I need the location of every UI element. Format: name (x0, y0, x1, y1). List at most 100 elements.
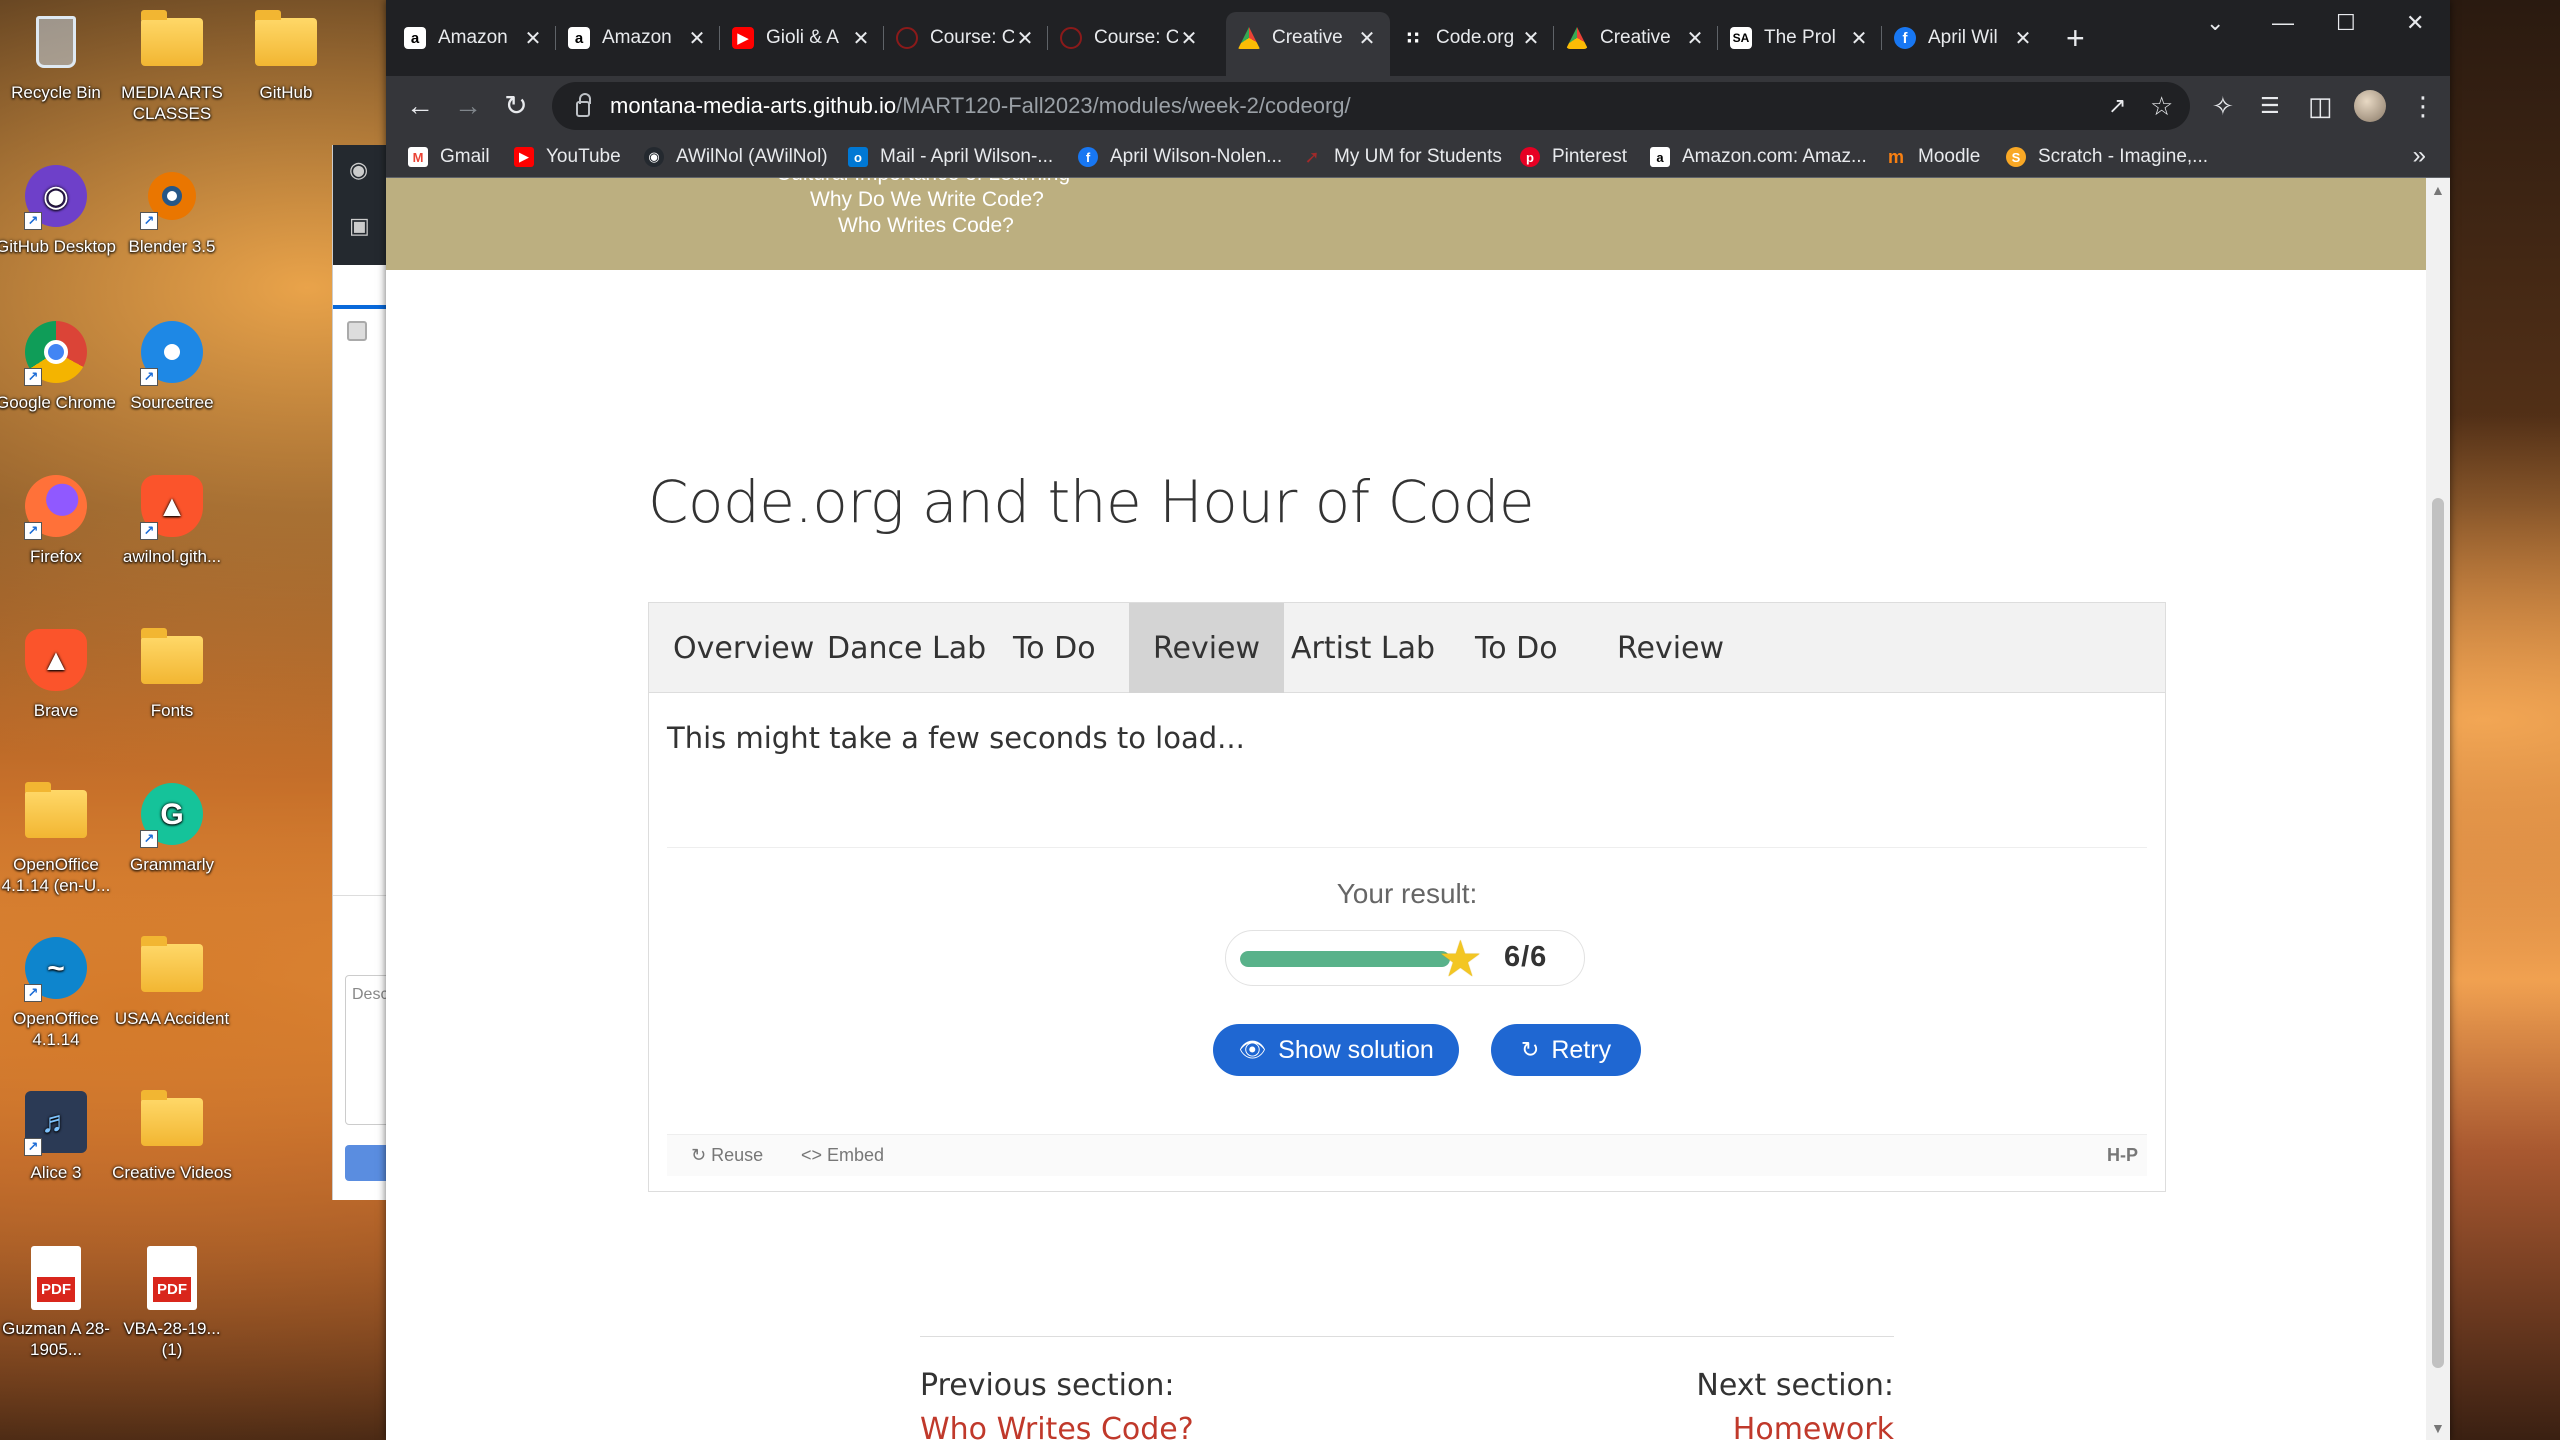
tab-to-do[interactable]: To Do (1451, 603, 1582, 693)
reuse-link[interactable]: ↻ Reuse (691, 1145, 763, 1166)
desktop-icon-sourcetree[interactable]: ↗ Sourcetree (112, 318, 232, 413)
desktop-icon-usaa-accident[interactable]: USAA Accident (112, 934, 232, 1029)
h5p-logo[interactable]: H-P (2107, 1145, 2138, 1166)
back-button[interactable]: ← (400, 86, 440, 126)
close-tab-icon[interactable]: ✕ (1356, 26, 1378, 51)
desktop-icon-google-chrome[interactable]: ↗ Google Chrome (0, 318, 116, 413)
browser-tab[interactable]: ▶ Gioli & A ✕ (720, 16, 884, 60)
background-github-desktop-window: ◉ ▣ Desc (332, 145, 405, 1200)
close-tab-icon[interactable]: ✕ (1178, 26, 1200, 51)
browser-tab[interactable]: f April Wil ✕ (1882, 16, 2046, 60)
desktop-icon-pdf-guzman[interactable]: PDF Guzman A 28-1905... (0, 1244, 116, 1360)
browser-tab[interactable]: Creative ✕ (1554, 16, 1718, 60)
retry-label: Retry (1551, 1035, 1612, 1064)
desktop-icon-grammarly[interactable]: G ↗ Grammarly (112, 780, 232, 875)
close-window-button[interactable]: ✕ (2406, 10, 2424, 36)
close-tab-icon[interactable]: ✕ (1848, 26, 1870, 51)
nav-link[interactable]: Cultural Importance of Learning (776, 178, 1070, 186)
checkbox[interactable] (347, 321, 367, 341)
browser-tab[interactable]: ∷ Code.org ✕ (1390, 16, 1554, 60)
side-panel-icon[interactable]: ◫ (2308, 90, 2333, 122)
extensions-icon[interactable]: ✧ (2212, 90, 2234, 122)
minimize-button[interactable]: — (2272, 10, 2294, 36)
close-tab-icon[interactable]: ✕ (522, 26, 544, 51)
tab-dance-lab[interactable]: Dance Lab (803, 603, 1010, 693)
close-tab-icon[interactable]: ✕ (686, 26, 708, 51)
desktop-icon-firefox[interactable]: ↗ Firefox (0, 472, 116, 567)
desktop-icon-github-desktop[interactable]: ◉ ↗ GitHub Desktop (0, 162, 116, 257)
desktop-icon-awilnol-github[interactable]: ▲ ↗ awilnol.gith... (112, 472, 232, 567)
scrollbar-thumb[interactable] (2432, 498, 2444, 1368)
scroll-up-arrow[interactable]: ▲ (2431, 182, 2445, 198)
menu-icon[interactable]: ⋮ (2410, 90, 2436, 122)
desktop-icon-github[interactable]: GitHub (226, 8, 346, 103)
desktop-icon-creative-videos[interactable]: Creative Videos (112, 1088, 232, 1183)
desktop-icon-openoffice-installer[interactable]: OpenOffice 4.1.14 (en-U... (0, 780, 116, 896)
close-tab-icon[interactable]: ✕ (1684, 26, 1706, 51)
tab-review[interactable]: Review (1129, 603, 1285, 693)
course-favicon-icon (896, 27, 918, 49)
nav-link[interactable]: Why Do We Write Code? (810, 188, 1044, 212)
browser-tab-active[interactable]: Creative ✕ (1226, 12, 1390, 76)
loading-message: This might take a few seconds to load... (667, 721, 1245, 755)
next-section-link[interactable]: Homework (1733, 1412, 1894, 1440)
page-title: Code.org and the Hour of Code (648, 468, 1535, 536)
close-tab-icon[interactable]: ✕ (2012, 26, 2034, 51)
bookmark-facebook[interactable]: f April Wilson-Nolen... (1078, 136, 1282, 178)
reading-list-icon[interactable]: ☰ (2260, 90, 2280, 122)
desktop-icon-blender[interactable]: ↗ Blender 3.5 (112, 162, 232, 257)
tab-review[interactable]: Review (1593, 603, 1748, 693)
more-bookmarks-icon[interactable]: » (2413, 142, 2426, 170)
browser-tab[interactable]: Course: C ✕ (884, 16, 1048, 60)
browser-tab[interactable]: SA The Prol ✕ (1718, 16, 1882, 60)
bookmark-youtube[interactable]: ▶ YouTube (514, 136, 621, 178)
scroll-down-arrow[interactable]: ▼ (2431, 1420, 2445, 1436)
maximize-button[interactable]: ☐ (2336, 10, 2356, 36)
previous-section-link[interactable]: Who Writes Code? (920, 1412, 1194, 1440)
bookmark-my-um[interactable]: ➚ My UM for Students (1302, 136, 1501, 178)
bookmark-label: Mail - April Wilson-... (880, 146, 1054, 167)
reload-button[interactable]: ↻ (496, 86, 536, 126)
bookmark-mail[interactable]: o Mail - April Wilson-... (848, 136, 1053, 178)
tab-search-icon[interactable]: ⌄ (2206, 10, 2224, 36)
tab-artist-lab[interactable]: Artist Lab (1267, 603, 1459, 693)
folder-icon (138, 934, 206, 1002)
browser-tab[interactable]: a Amazon ✕ (392, 16, 556, 60)
desktop-icon-openoffice[interactable]: ~ ↗ OpenOffice 4.1.14 (0, 934, 116, 1050)
bookmark-gmail[interactable]: M Gmail (408, 136, 490, 178)
page-scrollbar[interactable]: ▲ ▼ (2426, 178, 2450, 1440)
desktop-icon-alice-3[interactable]: ♬ ↗ Alice 3 (0, 1088, 116, 1183)
tab-title: Amazon (438, 27, 508, 48)
bookmark-awilnol[interactable]: ◉ AWilNol (AWilNol) (644, 136, 828, 178)
recycle-bin-icon (22, 8, 90, 76)
show-solution-button[interactable]: 👁 Show solution (1213, 1024, 1459, 1076)
bookmark-pinterest[interactable]: p Pinterest (1520, 136, 1627, 178)
retry-button[interactable]: ↻ Retry (1491, 1024, 1641, 1076)
new-tab-button[interactable]: + (2066, 20, 2085, 56)
desktop: Recycle Bin MEDIA ARTS CLASSES GitHub ◉ … (0, 0, 340, 1440)
desktop-icon-recycle-bin[interactable]: Recycle Bin (0, 8, 116, 103)
bookmark-scratch[interactable]: S Scratch - Imagine,... (2006, 136, 2208, 178)
desktop-icon-brave[interactable]: ▲ Brave (0, 626, 116, 721)
facebook-icon: f (1078, 147, 1098, 167)
bookmark-star-icon[interactable]: ☆ (2150, 90, 2173, 122)
address-bar[interactable]: montana-media-arts.github.io/MART120-Fal… (552, 82, 2190, 130)
forward-button[interactable]: → (448, 86, 488, 126)
close-tab-icon[interactable]: ✕ (1014, 26, 1036, 51)
desktop-icon-media-arts-classes[interactable]: MEDIA ARTS CLASSES (112, 8, 232, 124)
desktop-icon-label: OpenOffice 4.1.14 (13, 1009, 99, 1049)
embed-link[interactable]: <> Embed (801, 1145, 884, 1166)
share-icon[interactable]: ↗ (2108, 90, 2126, 122)
close-tab-icon[interactable]: ✕ (850, 26, 872, 51)
nav-link[interactable]: Who Writes Code? (838, 214, 1014, 238)
desktop-icon-label: Guzman A 28-1905... (2, 1319, 110, 1359)
profile-avatar[interactable] (2354, 90, 2386, 122)
browser-tab[interactable]: Course: C ✕ (1048, 16, 1212, 60)
browser-tab[interactable]: a Amazon ✕ (556, 16, 720, 60)
desktop-icon-fonts[interactable]: Fonts (112, 626, 232, 721)
desktop-icon-pdf-vba[interactable]: PDF VBA-28-19... (1) (112, 1244, 232, 1360)
close-tab-icon[interactable]: ✕ (1520, 26, 1542, 51)
tab-to-do[interactable]: To Do (989, 603, 1120, 693)
bookmark-amazon[interactable]: a Amazon.com: Amaz... (1650, 136, 1867, 178)
bookmark-moodle[interactable]: m Moodle (1886, 136, 1980, 178)
